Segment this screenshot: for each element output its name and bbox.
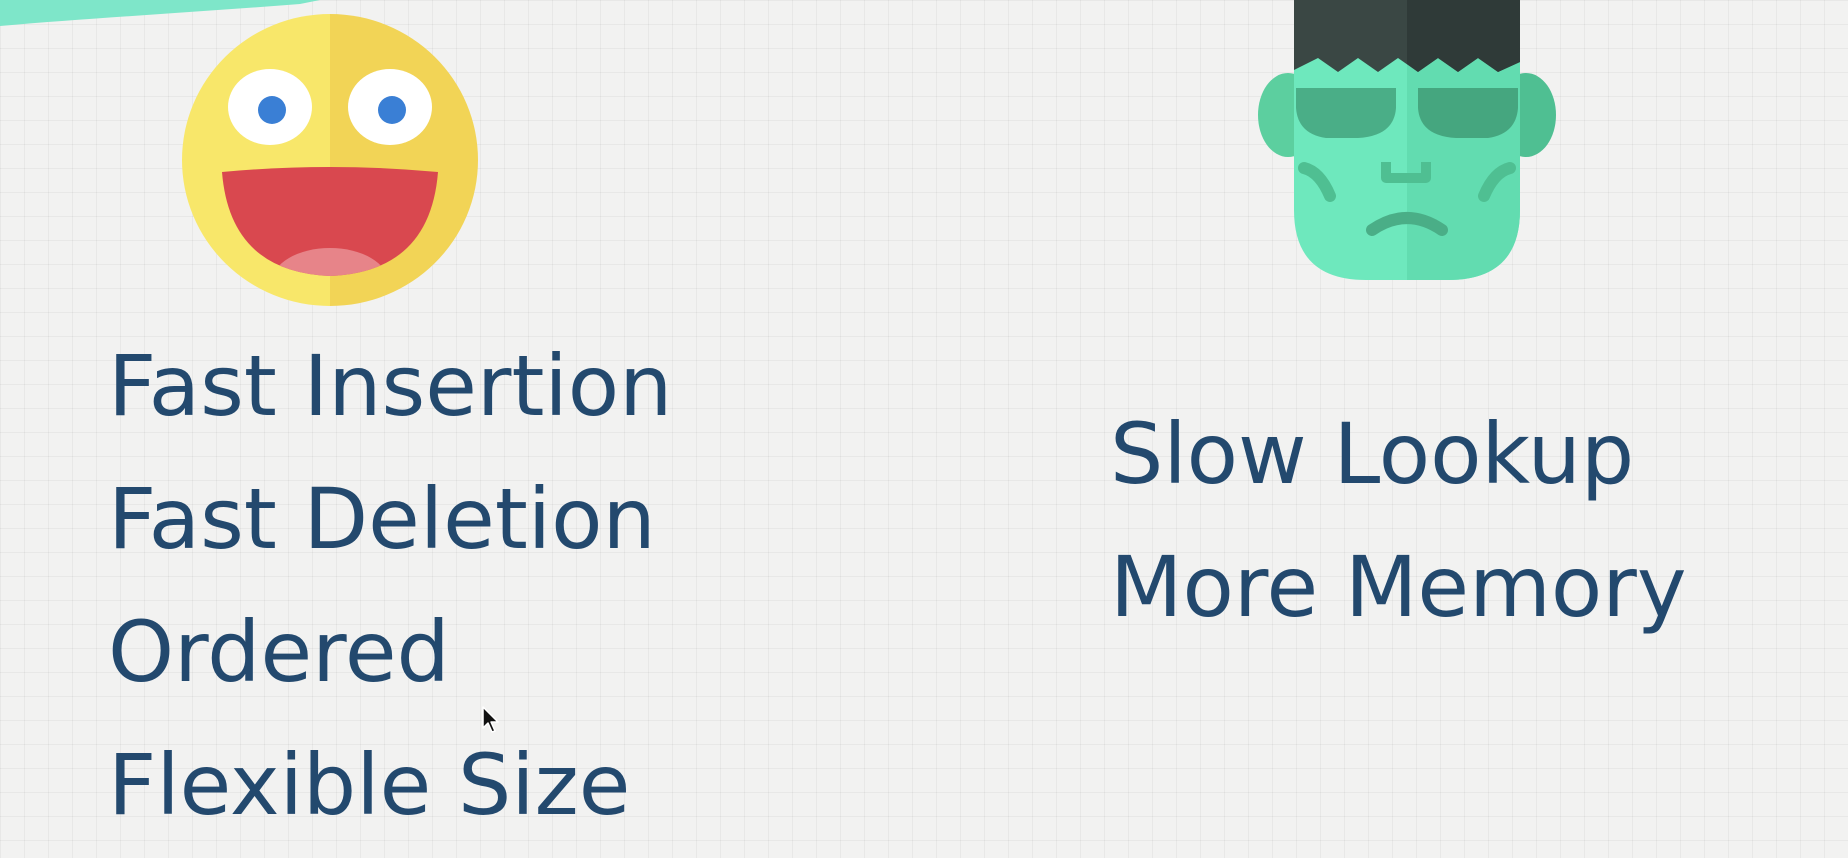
slide: Fast Insertion Fast Deletion Ordered Fle… — [0, 0, 1848, 858]
cons-item: Slow Lookup — [1110, 405, 1635, 503]
pros-item: Ordered — [108, 603, 450, 701]
pros-item: Flexible Size — [108, 736, 631, 834]
cons-item: More Memory — [1110, 538, 1687, 636]
happy-face-icon — [182, 14, 478, 306]
pros-item: Fast Insertion — [108, 337, 673, 435]
pros-list: Fast Insertion Fast Deletion Ordered Fle… — [108, 320, 672, 852]
pros-item: Fast Deletion — [108, 470, 656, 568]
frankenstein-monster-icon — [1258, 0, 1556, 280]
mouse-cursor-icon — [482, 706, 499, 733]
cons-list: Slow Lookup More Memory — [1110, 388, 1687, 654]
